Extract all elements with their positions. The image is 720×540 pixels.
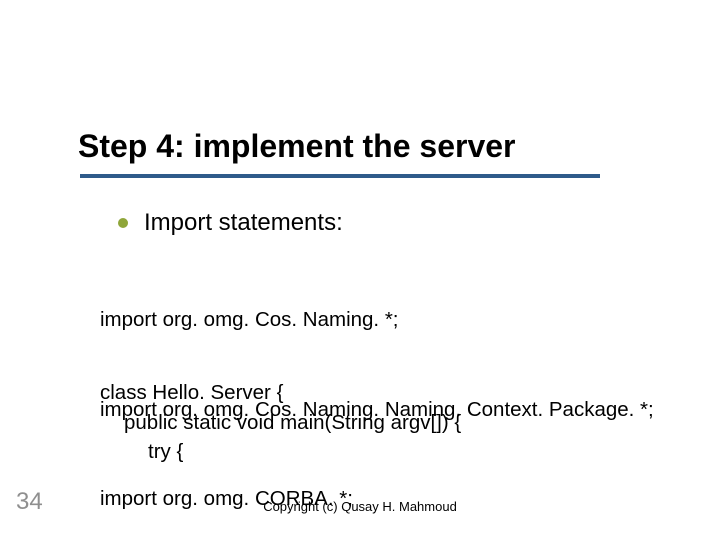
bullet-text: Import statements: [144,211,343,235]
slide-title: Step 4: implement the server [78,128,515,165]
class-block: class Hello. Server { public static void… [100,378,461,467]
class-line-2: public static void main(String argv[]) { [124,408,461,438]
import-line-1: import org. omg. Cos. Naming. *; [100,305,654,335]
title-underline [80,174,600,178]
bullet-dot-icon [118,218,128,228]
bullet-row: Import statements: [118,211,343,235]
slide: Step 4: implement the server Import stat… [0,0,720,540]
class-line-1: class Hello. Server { [100,378,461,408]
title-block: Step 4: implement the server [78,128,515,171]
copyright-text: Copyright (c) Qusay H. Mahmoud [0,499,720,514]
class-line-3: try { [148,437,461,467]
